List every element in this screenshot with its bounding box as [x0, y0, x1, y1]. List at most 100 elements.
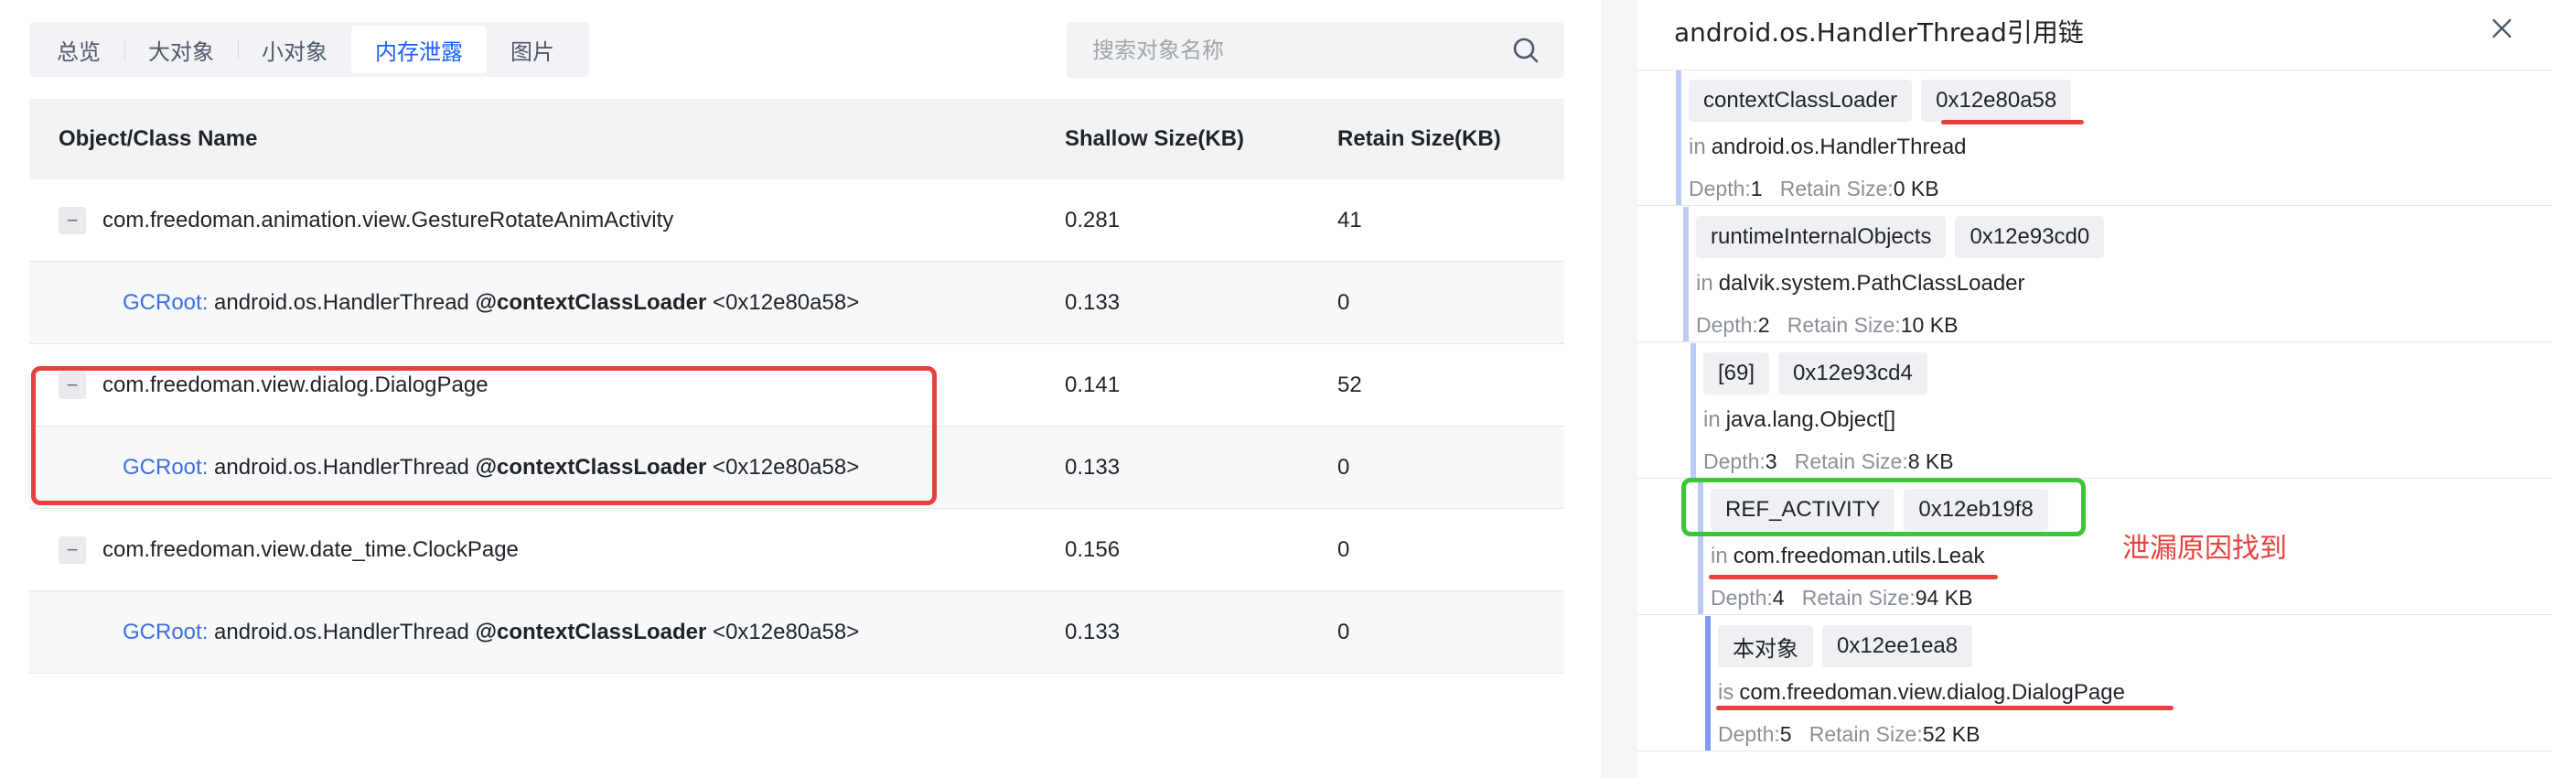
panel-title: android.os.HandlerThread引用链 — [1674, 17, 2084, 48]
collapse-icon[interactable]: − — [59, 371, 86, 399]
depth-value: 2 — [1757, 313, 1770, 337]
tab-overview[interactable]: 总览 — [33, 26, 124, 73]
chain-node[interactable]: contextClassLoader 0x12e80a58 in android.… — [1637, 70, 2552, 206]
retain-label: Retain Size: — [1801, 586, 1916, 610]
collapse-icon[interactable]: − — [59, 535, 86, 564]
underline-leak-class — [1709, 575, 1998, 579]
node-class: android.os.HandlerThread — [1711, 135, 1967, 159]
retain-size: 0 — [1337, 536, 1350, 562]
gcroot-label: GCRoot: — [123, 289, 209, 315]
retain-size: 52 — [1337, 372, 1362, 397]
depth-bar — [1683, 207, 1689, 341]
header-retain: Retain Size(KB) — [1337, 126, 1501, 151]
object-name: com.freedoman.animation.view.GestureRota… — [102, 207, 674, 232]
table-row[interactable]: − com.freedoman.animation.view.GestureRo… — [29, 179, 1564, 262]
gcroot-field: @contextClassLoader — [475, 454, 707, 480]
object-name: com.freedoman.view.dialog.DialogPage — [102, 372, 488, 397]
node-address-tag: 0x12e93cd4 — [1778, 352, 1927, 394]
node-class: java.lang.Object[] — [1725, 407, 1896, 432]
node-class: com.freedoman.utils.Leak — [1733, 544, 1985, 568]
header-name: Object/Class Name — [59, 126, 258, 151]
retain-value: 10 KB — [1900, 313, 1959, 337]
underline-address — [1941, 120, 2084, 124]
node-field-tag: 本对象 — [1718, 625, 1813, 667]
node-class: com.freedoman.view.dialog.DialogPage — [1739, 680, 2125, 705]
gcroot-address: <0x12e80a58> — [713, 619, 860, 644]
search-icon[interactable] — [1511, 36, 1540, 65]
gcroot-label: GCRoot: — [123, 619, 209, 644]
table-row[interactable]: GCRoot: android.os.HandlerThread @contex… — [29, 427, 1564, 509]
retain-label: Retain Size: — [1779, 177, 1894, 200]
chain-node[interactable]: runtimeInternalObjects 0x12e93cd0 in dalv… — [1637, 207, 2552, 342]
shallow-size: 0.133 — [1065, 454, 1121, 480]
table-header: Object/Class Name Shallow Size(KB) Retai… — [29, 99, 1564, 179]
depth-value: 3 — [1765, 449, 1777, 473]
tab-bar: 总览 大对象 小对象 内存泄露 图片 — [29, 22, 589, 77]
node-prefix: in — [1711, 544, 1728, 568]
depth-value: 5 — [1779, 722, 1792, 746]
node-address-tag: 0x12e93cd0 — [1955, 216, 2105, 258]
panel-divider — [1601, 0, 1637, 778]
depth-label: Depth: — [1689, 177, 1751, 200]
node-field-tag: [69] — [1703, 352, 1770, 394]
close-icon[interactable] — [2488, 15, 2516, 42]
object-name: com.freedoman.view.date_time.ClockPage — [102, 536, 519, 562]
search-box — [1067, 22, 1564, 79]
tab-large-objects[interactable]: 大对象 — [124, 26, 238, 73]
retain-value: 52 KB — [1922, 722, 1980, 746]
node-prefix: is — [1718, 680, 1734, 705]
header-shallow: Shallow Size(KB) — [1065, 126, 1245, 151]
table-row[interactable]: − com.freedoman.view.date_time.ClockPage… — [29, 509, 1564, 591]
depth-label: Depth: — [1703, 449, 1766, 473]
chain-node[interactable]: [69] 0x12e93cd4 in java.lang.Object[] Dep… — [1637, 343, 2552, 479]
tab-memory-leak[interactable]: 内存泄露 — [351, 26, 487, 73]
retain-value: 8 KB — [1907, 449, 1954, 473]
tab-small-objects[interactable]: 小对象 — [238, 26, 351, 73]
leak-cause-annotation: 泄漏原因找到 — [2122, 533, 2287, 565]
retain-size: 0 — [1337, 289, 1350, 315]
node-class: dalvik.system.PathClassLoader — [1718, 271, 2025, 296]
retain-size: 0 — [1337, 454, 1350, 480]
chain-node[interactable]: 本对象 0x12ee1ea8 is com.freedoman.view.dial… — [1637, 616, 2552, 751]
memory-analysis-main: 总览 大对象 小对象 内存泄露 图片 Object/Class Name Sha… — [0, 0, 1601, 778]
retain-label: Retain Size: — [1809, 722, 1923, 746]
shallow-size: 0.156 — [1065, 536, 1121, 562]
shallow-size: 0.133 — [1065, 619, 1121, 644]
table-row[interactable]: − com.freedoman.view.dialog.DialogPage 0… — [29, 344, 1564, 427]
gcroot-class: android.os.HandlerThread — [214, 289, 469, 315]
gcroot-field: @contextClassLoader — [475, 619, 707, 644]
node-prefix: in — [1703, 407, 1721, 432]
highlight-box-ref-activity — [1681, 478, 2086, 536]
retain-label: Retain Size: — [1794, 449, 1908, 473]
depth-bar — [1690, 343, 1696, 478]
node-prefix: in — [1689, 135, 1706, 159]
depth-bar — [1676, 70, 1681, 205]
retain-label: Retain Size: — [1787, 313, 1901, 337]
gcroot-class: android.os.HandlerThread — [214, 454, 469, 480]
gcroot-class: android.os.HandlerThread — [214, 619, 469, 644]
tab-images[interactable]: 图片 — [487, 26, 578, 73]
node-address-tag: 0x12ee1ea8 — [1822, 625, 1973, 667]
depth-value: 1 — [1750, 177, 1763, 200]
shallow-size: 0.281 — [1065, 207, 1121, 232]
table-row[interactable]: GCRoot: android.os.HandlerThread @contex… — [29, 262, 1564, 344]
gcroot-address: <0x12e80a58> — [713, 454, 860, 480]
depth-label: Depth: — [1696, 313, 1758, 337]
node-address-tag: 0x12e80a58 — [1921, 80, 2072, 122]
collapse-icon[interactable]: − — [59, 206, 86, 234]
retain-value: 0 KB — [1893, 177, 1939, 200]
chain-node[interactable]: REF_ACTIVITY 0x12eb19f8 in com.freedoman.… — [1637, 478, 2552, 615]
retain-size: 41 — [1337, 207, 1362, 232]
node-prefix: in — [1696, 271, 1713, 296]
leak-table: Object/Class Name Shallow Size(KB) Retai… — [29, 99, 1564, 674]
retain-value: 94 KB — [1915, 586, 1973, 610]
depth-bar — [1705, 616, 1711, 751]
shallow-size: 0.133 — [1065, 289, 1121, 315]
table-row[interactable]: GCRoot: android.os.HandlerThread @contex… — [29, 591, 1564, 674]
gcroot-label: GCRoot: — [123, 454, 209, 480]
search-input[interactable] — [1090, 37, 1511, 64]
depth-label: Depth: — [1718, 722, 1780, 746]
gcroot-field: @contextClassLoader — [475, 289, 707, 315]
node-field-tag: runtimeInternalObjects — [1696, 216, 1947, 258]
node-field-tag: contextClassLoader — [1689, 80, 1913, 122]
